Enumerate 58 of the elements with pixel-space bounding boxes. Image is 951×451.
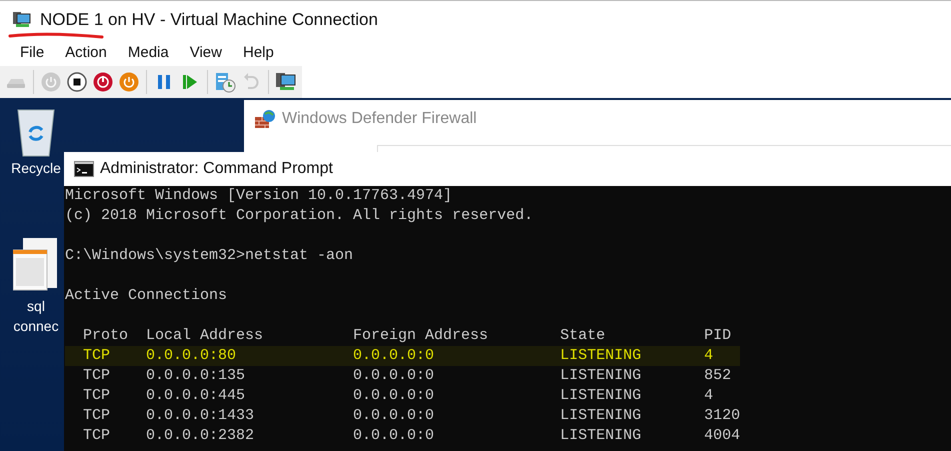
table-cell: 852 [704, 367, 732, 384]
table-cell: LISTENING [560, 427, 642, 444]
menu-item[interactable]: Action [55, 44, 118, 60]
power-icon [41, 72, 61, 92]
table-cell: 3120 [704, 407, 740, 424]
server-clock-icon [214, 71, 236, 93]
play-icon [182, 74, 198, 90]
window-title: Administrator: Command Prompt [100, 160, 333, 178]
table-cell: 4004 [704, 427, 740, 444]
table-cell: LISTENING [560, 407, 642, 424]
desktop-icon-label[interactable]: Recycle [11, 158, 61, 178]
desktop-icon-label[interactable]: sql [27, 296, 45, 316]
table-cell: 4 [704, 347, 714, 364]
table-cell: 0.0.0.0:0 [353, 367, 434, 384]
stop-icon [67, 72, 87, 92]
window-title: Windows Defender Firewall [282, 110, 477, 128]
window-title: NODE 1 on HV - Virtual Machine Connection [40, 10, 378, 30]
undo-icon [243, 73, 259, 91]
column-header: Local Address [146, 327, 264, 344]
firewall-icon [254, 109, 276, 129]
menu-item[interactable]: View [180, 44, 233, 60]
table-cell: LISTENING [560, 367, 642, 384]
table-cell: 0.0.0.0:80 [146, 347, 236, 364]
table-cell: 0.0.0.0:0 [353, 407, 434, 424]
table-cell: 0.0.0.0:135 [146, 367, 246, 384]
table-cell: 4 [704, 387, 714, 404]
terminal-icon [74, 161, 94, 177]
console-text: Microsoft Windows [Version 10.0.17763.4974] [65, 187, 452, 204]
table-cell: TCP [83, 387, 110, 404]
desktop-icon-label[interactable]: connec [13, 316, 59, 336]
table-cell: 0.0.0.0:1433 [146, 407, 254, 424]
toolbar-button[interactable] [65, 70, 89, 94]
table-cell: LISTENING [560, 387, 642, 404]
power-icon [119, 72, 139, 92]
console-text: C:\Windows\system32>netstat -aon [65, 247, 354, 264]
table-cell: 0.0.0.0:2382 [146, 427, 254, 444]
console-text: Active Connections [65, 287, 228, 304]
column-header: Foreign Address [353, 327, 488, 344]
menu-item[interactable]: File [10, 44, 56, 60]
menu-item[interactable]: Media [118, 44, 180, 60]
table-cell: TCP [83, 347, 110, 364]
table-cell: LISTENING [560, 347, 642, 364]
column-header: Proto [83, 327, 128, 344]
table-cell: TCP [83, 427, 110, 444]
console-text: (c) 2018 Microsoft Corporation. All rights reserved. [65, 207, 534, 224]
monitor-icon [275, 71, 297, 93]
table-cell: TCP [83, 367, 110, 384]
table-cell: TCP [83, 407, 110, 424]
table-cell: 0.0.0.0:445 [146, 387, 246, 404]
menu-item[interactable]: Help [232, 44, 285, 60]
monitor-icon [12, 10, 32, 28]
column-header: State [560, 327, 606, 344]
pause-icon [157, 74, 171, 90]
table-cell: 0.0.0.0:0 [353, 387, 434, 404]
table-cell: 0.0.0.0:0 [353, 427, 434, 444]
column-header: PID [704, 327, 732, 344]
power-icon [93, 72, 113, 92]
table-cell: 0.0.0.0:0 [353, 347, 434, 364]
